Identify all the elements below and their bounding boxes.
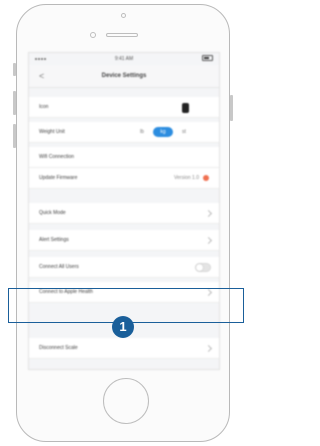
settings-row-weight-unit: Weight Unit lb kg st: [29, 122, 219, 143]
chevron-right-icon: [204, 236, 213, 244]
settings-row-disconnect-scale[interactable]: Disconnect Scale: [29, 338, 219, 359]
unit-option-kg[interactable]: kg: [153, 127, 173, 137]
front-camera-icon: [121, 13, 126, 18]
row-label: Update Firmware: [39, 175, 78, 181]
nav-bar: < Device Settings: [29, 65, 219, 88]
firmware-version: Version 1.0: [173, 175, 199, 181]
settings-row-alert-settings[interactable]: Alert Settings: [29, 230, 219, 251]
earpiece-speaker: [106, 33, 138, 37]
back-icon[interactable]: <: [39, 71, 44, 81]
connect-all-users-toggle[interactable]: [195, 262, 211, 272]
row-label: Connect All Users: [39, 264, 79, 270]
row-label: Icon: [39, 104, 49, 110]
proximity-sensor: [90, 32, 96, 38]
chevron-right-icon: [204, 344, 213, 352]
unit-segmented-control[interactable]: lb kg st: [135, 126, 207, 138]
settings-row-quick-mode[interactable]: Quick Mode: [29, 203, 219, 224]
row-label: Disconnect Scale: [39, 345, 78, 351]
row-label: Alert Settings: [39, 237, 69, 243]
update-badge-icon: [203, 175, 209, 181]
row-label: Quick Mode: [39, 210, 66, 216]
unit-option-lb[interactable]: lb: [135, 129, 149, 135]
settings-row-icon[interactable]: Icon: [29, 97, 219, 118]
unit-option-st[interactable]: st: [177, 129, 191, 135]
device-icon: [182, 103, 189, 113]
page-title: Device Settings: [101, 73, 147, 79]
row-label: Weight Unit: [39, 129, 65, 135]
settings-row-wifi[interactable]: Wifi Connection: [29, 147, 219, 168]
status-bar: 9:41 AM: [29, 53, 219, 65]
power-button: [230, 95, 233, 121]
step-number-badge: 1: [112, 316, 134, 338]
chevron-right-icon: [204, 209, 213, 217]
settings-row-connect-all-users: Connect All Users: [29, 257, 219, 278]
settings-row-update-firmware[interactable]: Update Firmware Version 1.0: [29, 168, 219, 189]
row-label: Wifi Connection: [39, 154, 75, 160]
home-button[interactable]: [103, 378, 149, 424]
battery-icon: [201, 55, 213, 63]
signal-icon: [35, 58, 46, 60]
status-time: 9:41 AM: [114, 56, 134, 62]
